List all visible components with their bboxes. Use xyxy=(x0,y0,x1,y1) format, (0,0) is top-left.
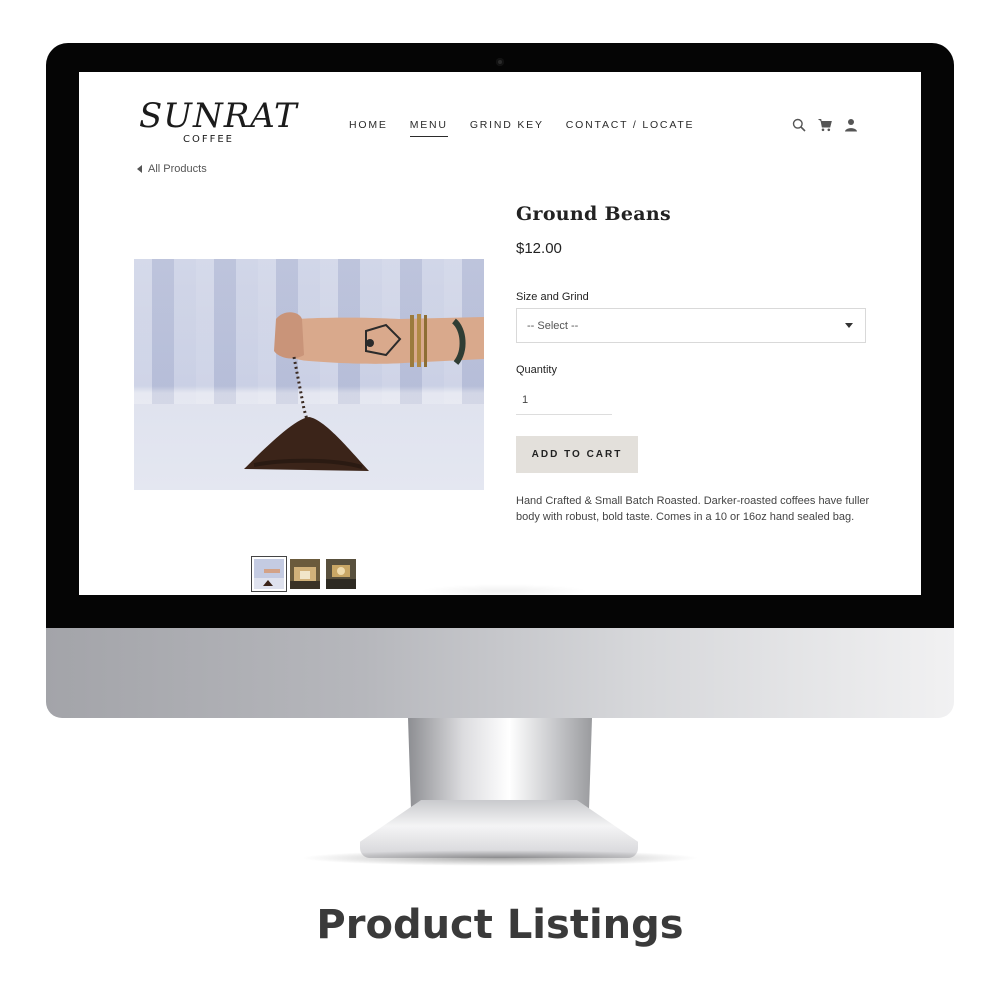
camera-icon xyxy=(496,58,504,66)
thumbnail-coffee-pour[interactable] xyxy=(251,556,287,592)
logo-wordmark: SUNRAT xyxy=(139,96,298,136)
back-link-label: All Products xyxy=(148,163,207,175)
quantity-label: Quantity xyxy=(516,364,557,376)
quantity-value: 1 xyxy=(522,394,529,406)
caret-left-icon xyxy=(137,165,142,173)
size-grind-label: Size and Grind xyxy=(516,291,589,303)
main-nav: HOME MENU GRIND KEY CONTACT / LOCATE xyxy=(349,119,694,137)
nav-item-menu[interactable]: MENU xyxy=(409,119,448,137)
header-icons xyxy=(792,118,858,132)
nav-item-contact-locate[interactable]: CONTACT / LOCATE xyxy=(566,119,695,137)
stand-shadow xyxy=(300,850,700,866)
description-line: Hand Crafted & Small Batch Roasted. Dark… xyxy=(516,495,870,507)
site-logo[interactable]: SUNRAT COFFEE xyxy=(139,96,297,152)
monitor-chin xyxy=(46,628,954,718)
footer-fade xyxy=(419,584,589,595)
back-to-all-products-link[interactable]: All Products xyxy=(137,163,207,175)
nav-item-home[interactable]: HOME xyxy=(349,119,388,137)
cart-icon[interactable] xyxy=(818,118,832,132)
size-grind-select[interactable]: -- Select -- xyxy=(516,308,866,343)
product-price: $12.00 xyxy=(516,240,562,257)
chevron-down-icon xyxy=(845,323,853,328)
thumbnail-counter[interactable] xyxy=(326,559,356,589)
product-thumbnails xyxy=(251,556,356,592)
description-line: body with robust, bold taste. Comes in a… xyxy=(516,511,855,523)
account-icon[interactable] xyxy=(844,118,858,132)
search-icon[interactable] xyxy=(792,118,806,132)
add-to-cart-button[interactable]: ADD TO CART xyxy=(516,436,638,473)
coffee-pour-illustration xyxy=(244,312,484,471)
product-title: Ground Beans xyxy=(516,203,672,225)
browser-screen: SUNRAT COFFEE HOME MENU GRIND KEY CONTAC… xyxy=(79,72,921,595)
product-main-image[interactable] xyxy=(134,259,484,490)
thumbnail-shop[interactable] xyxy=(290,559,320,589)
quantity-input[interactable]: 1 xyxy=(516,386,612,415)
nav-item-grind-key[interactable]: GRIND KEY xyxy=(470,119,544,137)
product-description: Hand Crafted & Small Batch Roasted. Dark… xyxy=(516,493,870,525)
logo-subtitle: COFFEE xyxy=(183,134,234,145)
size-grind-selected-value: -- Select -- xyxy=(527,319,579,332)
page-caption: Product Listings xyxy=(316,902,684,948)
